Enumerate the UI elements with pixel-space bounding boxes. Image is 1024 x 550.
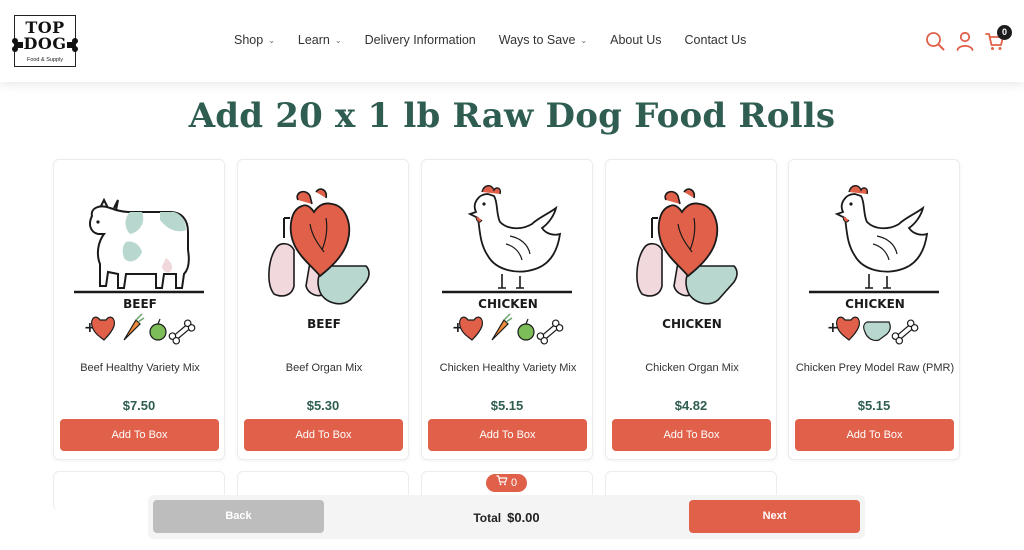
product-name: Chicken Healthy Variety Mix (439, 362, 577, 374)
next-button[interactable]: Next (689, 500, 860, 533)
logo-line-dog: DOG (23, 34, 67, 53)
account-icon[interactable] (954, 30, 976, 52)
bone-icon (67, 38, 78, 52)
product-card: CHICKEN + Chicken Healthy Variety Mix $5… (421, 159, 593, 460)
add-to-box-button[interactable]: Add To Box (795, 419, 954, 451)
nav-learn[interactable]: Learn ⌄ (298, 33, 342, 47)
box-count: 0 (510, 477, 518, 490)
nav-label: Contact Us (684, 33, 747, 47)
chevron-down-icon: ⌄ (580, 35, 588, 45)
box-count-badge[interactable]: 0 (486, 474, 527, 492)
nav-about-us[interactable]: About Us (610, 33, 661, 47)
cart-icon[interactable]: 0 (984, 25, 1012, 52)
top-dog-logo[interactable]: TOP DOG Food & Supply (12, 15, 78, 67)
nav-delivery-information[interactable]: Delivery Information (365, 33, 476, 47)
art-label: BEEF (123, 297, 157, 311)
chicken-illustration: CHICKEN + (442, 185, 572, 345)
checkout-bar: Back Total $0.00 Next (148, 495, 865, 539)
product-card: BEEF Beef Organ Mix $5.30 Add To Box (237, 159, 409, 460)
header-actions: 0 (916, 25, 1012, 52)
search-icon[interactable] (924, 30, 946, 52)
nav-label: Shop (234, 33, 264, 47)
bone-icon (12, 38, 23, 52)
logo-tagline: Food & Supply (26, 57, 64, 63)
product-card: BEEF + Beef Healthy Variety Mix $7.50 Ad… (53, 159, 225, 460)
chevron-down-icon: ⌄ (268, 35, 275, 45)
nav-contact-us[interactable]: Contact Us (685, 33, 747, 47)
add-to-box-button[interactable]: Add To Box (244, 419, 403, 451)
art-label: CHICKEN (478, 297, 538, 311)
art-label: BEEF (307, 317, 341, 331)
product-price: $7.50 (122, 398, 156, 413)
product-card: CHICKEN Chicken Organ Mix $4.82 Add To B… (605, 159, 777, 460)
add-to-box-button[interactable]: Add To Box (428, 419, 587, 451)
cow-illustration: BEEF + (74, 197, 204, 345)
product-name: Beef Healthy Variety Mix (80, 362, 200, 374)
product-price: $5.15 (490, 398, 524, 413)
chevron-down-icon: ⌄ (334, 35, 342, 45)
product-price: $5.15 (857, 398, 891, 413)
add-to-box-button[interactable]: Add To Box (612, 419, 771, 451)
organs-illustration: CHICKEN (636, 188, 738, 331)
total-label: Total (473, 511, 502, 525)
add-to-box-button[interactable]: Add To Box (60, 419, 219, 451)
nav-label: About Us (610, 33, 662, 47)
nav-shop[interactable]: Shop ⌄ (234, 33, 275, 47)
art-label: CHICKEN (845, 297, 905, 311)
nav-label: Learn (297, 33, 330, 47)
product-price: $4.82 (674, 398, 708, 413)
product-card: CHICKEN + Chicken Prey Model Raw (PMR) $… (788, 159, 960, 460)
product-name: Chicken Prey Model Raw (PMR) (795, 362, 955, 374)
organs-illustration: BEEF (268, 188, 370, 331)
product-price: $5.30 (306, 398, 340, 413)
product-name: Chicken Organ Mix (645, 362, 739, 374)
cart-count-badge: 0 (997, 25, 1012, 40)
site-header: TOP DOG Food & Supply Shop ⌄ Learn ⌄ Deliv… (0, 0, 1024, 82)
page-title: Add 20 x 1 lb Raw Dog Food Rolls (188, 96, 836, 136)
main-nav: Shop ⌄ Learn ⌄ Delivery Information Ways t… (234, 33, 769, 47)
nav-label: Ways to Save (498, 33, 576, 47)
art-label: CHICKEN (662, 317, 722, 331)
chicken-illustration: CHICKEN + (809, 185, 939, 345)
nav-ways-to-save[interactable]: Ways to Save ⌄ (499, 33, 587, 47)
cart-icon (496, 474, 508, 492)
total-amount: $0.00 (507, 510, 540, 525)
nav-label: Delivery Information (364, 33, 476, 47)
product-name: Beef Organ Mix (285, 362, 363, 374)
